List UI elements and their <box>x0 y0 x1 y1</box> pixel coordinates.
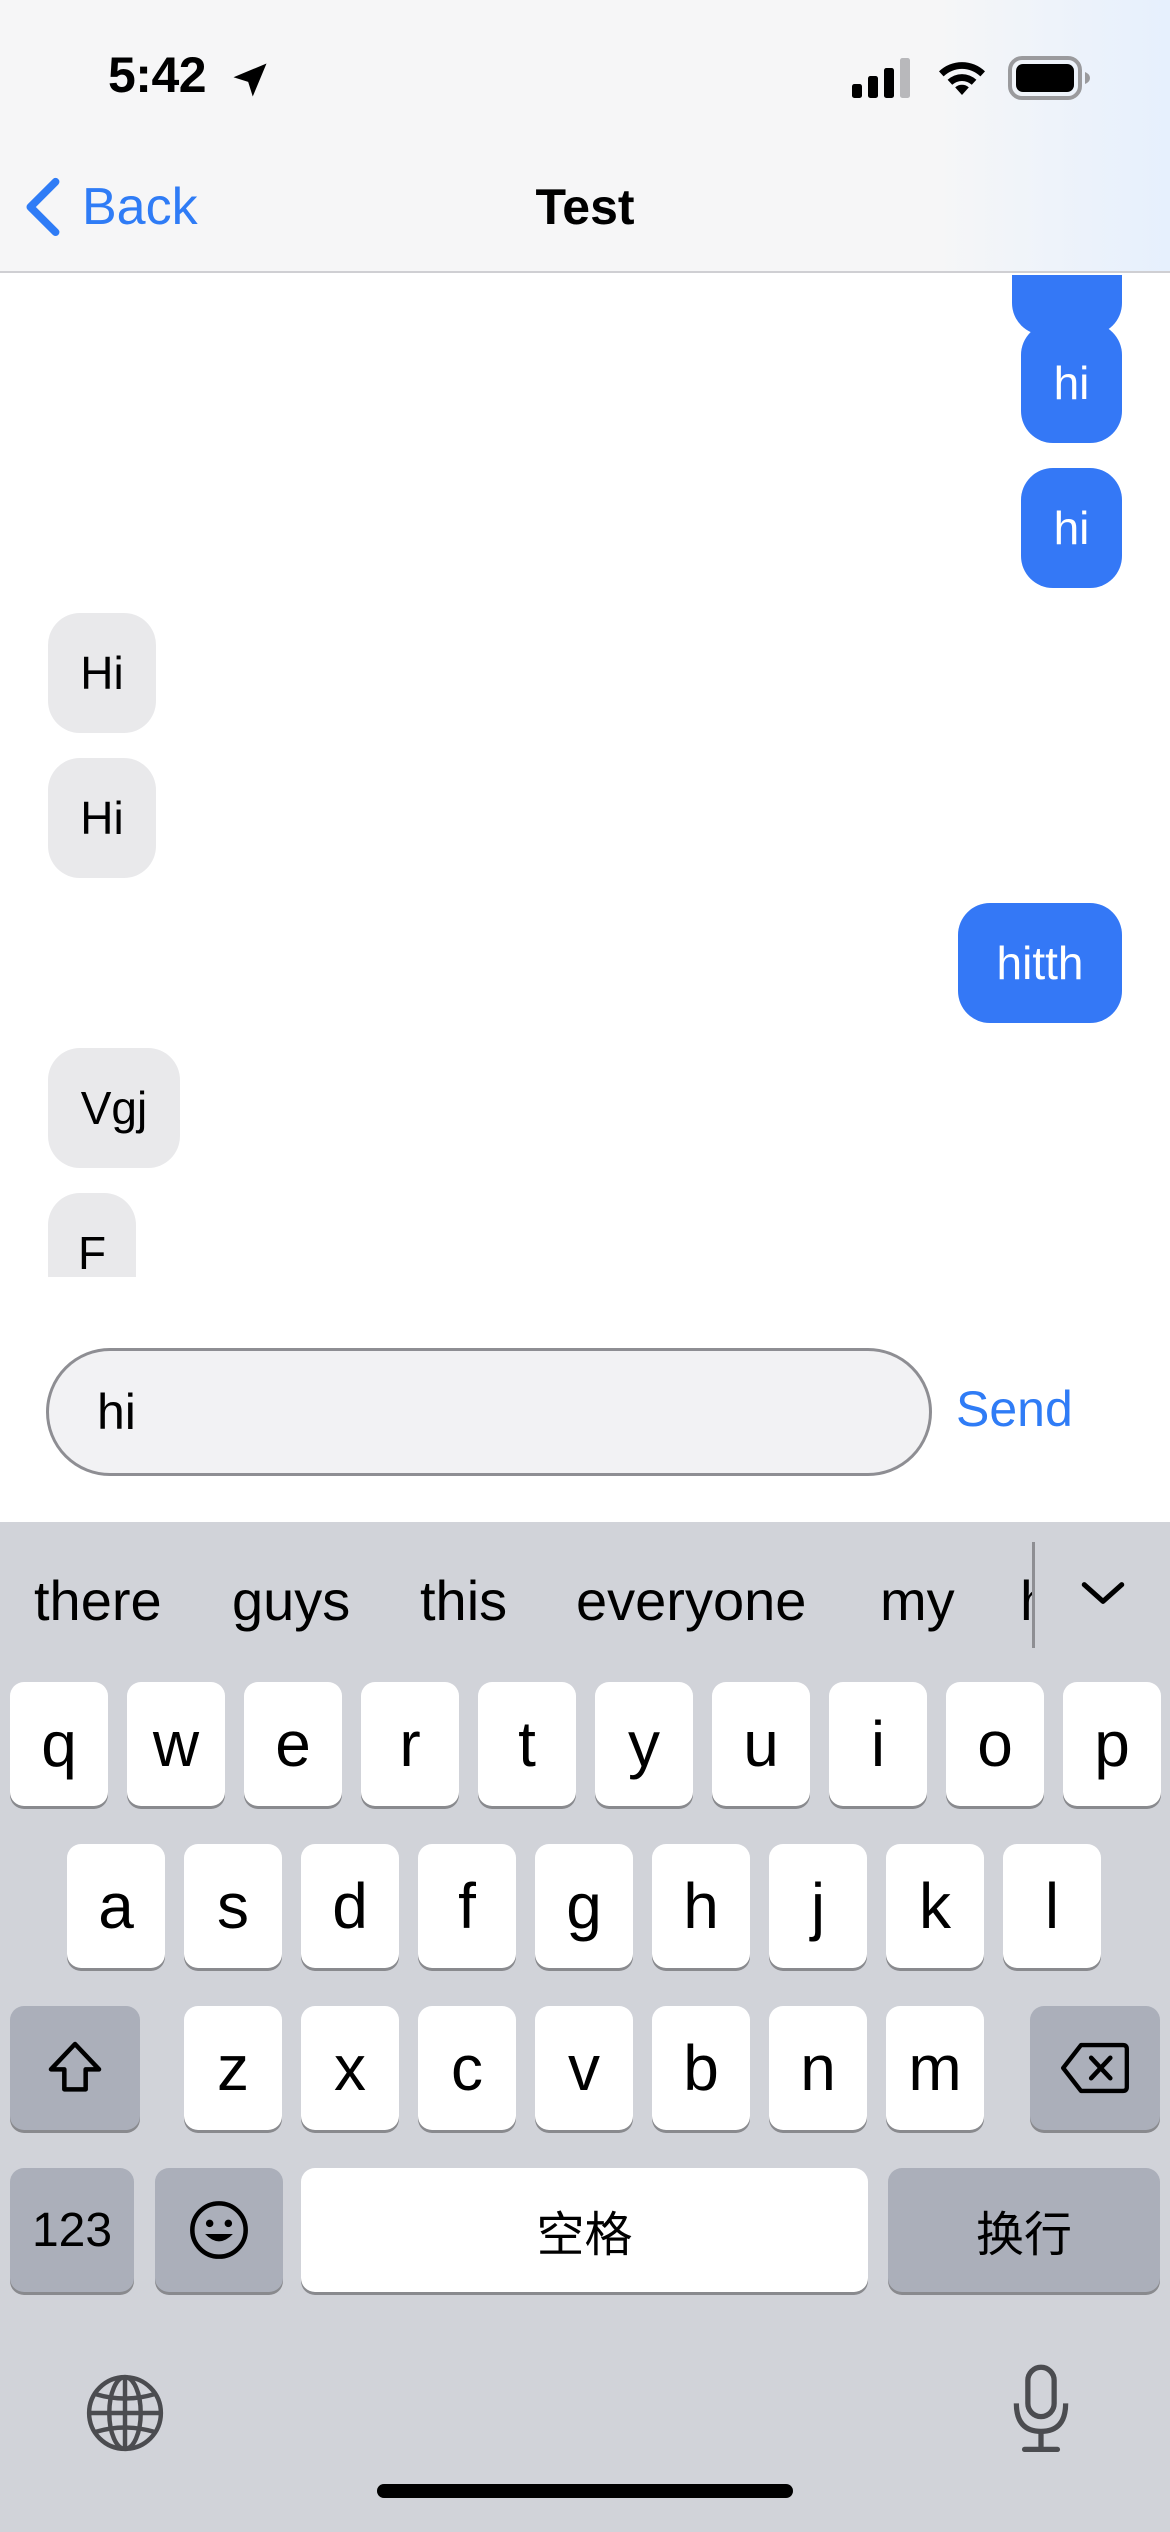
suggestion-item[interactable]: my <box>880 1568 955 1633</box>
home-indicator[interactable] <box>377 2484 793 2498</box>
message-bubble-received: Hi <box>48 758 156 878</box>
key-v[interactable]: v <box>535 2006 633 2130</box>
key-e[interactable]: e <box>244 1682 342 1806</box>
globe-icon[interactable] <box>84 2372 166 2454</box>
status-time: 5:42 <box>108 47 207 103</box>
key-a[interactable]: a <box>67 1844 165 1968</box>
backspace-icon <box>1061 2042 1129 2094</box>
chevron-down-icon[interactable] <box>1078 1568 1128 1618</box>
shift-arrow-icon <box>48 2041 102 2092</box>
suggestion-item[interactable]: h <box>1020 1568 1032 1633</box>
composer: hi Send <box>0 1280 1170 1522</box>
shift-key[interactable] <box>10 2006 140 2130</box>
location-arrow-icon <box>233 63 267 97</box>
return-key[interactable]: 换行 <box>888 2168 1160 2292</box>
message-bubble-received: F <box>48 1193 136 1277</box>
key-k[interactable]: k <box>886 1844 984 1968</box>
key-b[interactable]: b <box>652 2006 750 2130</box>
space-key-label: 空格 <box>536 2209 633 2262</box>
keyboard: there guys this everyone my h q w e r t … <box>0 1522 1170 2532</box>
suggestion-item[interactable]: everyone <box>576 1568 806 1633</box>
microphone-icon[interactable] <box>1008 2364 1074 2456</box>
key-j[interactable]: j <box>769 1844 867 1968</box>
message-bubble-received: Hi <box>48 613 156 733</box>
delete-key[interactable] <box>1030 2006 1160 2130</box>
key-h[interactable]: h <box>652 1844 750 1968</box>
key-z[interactable]: z <box>184 2006 282 2130</box>
key-r[interactable]: r <box>361 1682 459 1806</box>
message-bubble-sent: hi <box>1021 323 1122 443</box>
send-button[interactable]: Send <box>956 1380 1073 1438</box>
status-bar: 5:42 <box>0 0 1170 150</box>
key-n[interactable]: n <box>769 2006 867 2130</box>
key-w[interactable]: w <box>127 1682 225 1806</box>
message-input[interactable]: hi <box>46 1348 932 1476</box>
message-bubble-received: Vgj <box>48 1048 180 1168</box>
key-m[interactable]: m <box>886 2006 984 2130</box>
key-u[interactable]: u <box>712 1682 810 1806</box>
emoji-key[interactable] <box>155 2168 283 2292</box>
suggestion-item[interactable]: this <box>420 1568 507 1633</box>
key-p[interactable]: p <box>1063 1682 1161 1806</box>
battery-icon <box>1008 56 1090 100</box>
suggestion-item[interactable]: there <box>34 1568 162 1633</box>
key-d[interactable]: d <box>301 1844 399 1968</box>
key-l[interactable]: l <box>1003 1844 1101 1968</box>
navigation-bar: 5:42 Back Test <box>0 0 1170 273</box>
numbers-key-label: 123 <box>31 2203 113 2257</box>
suggestion-item[interactable]: guys <box>232 1568 350 1633</box>
message-list[interactable]: hi hi Hi Hi hitth Vgj F <box>0 275 1170 1277</box>
suggestion-bar: there guys this everyone my h <box>0 1522 1170 1672</box>
message-bubble-sent: hi <box>1021 468 1122 588</box>
wifi-icon <box>939 62 985 95</box>
key-t[interactable]: t <box>478 1682 576 1806</box>
cellular-signal-icon <box>852 58 910 98</box>
key-q[interactable]: q <box>10 1682 108 1806</box>
key-s[interactable]: s <box>184 1844 282 1968</box>
return-key-label: 换行 <box>975 2209 1072 2262</box>
key-g[interactable]: g <box>535 1844 633 1968</box>
key-x[interactable]: x <box>301 2006 399 2130</box>
key-f[interactable]: f <box>418 1844 516 1968</box>
numbers-key[interactable]: 123 <box>10 2168 134 2292</box>
space-key[interactable]: 空格 <box>301 2168 868 2292</box>
suggestion-divider <box>1032 1542 1035 1648</box>
message-bubble-sent: hitth <box>958 903 1122 1023</box>
key-o[interactable]: o <box>946 1682 1044 1806</box>
key-c[interactable]: c <box>418 2006 516 2130</box>
emoji-face-icon <box>190 2201 248 2259</box>
key-y[interactable]: y <box>595 1682 693 1806</box>
key-i[interactable]: i <box>829 1682 927 1806</box>
page-title: Test <box>535 179 635 235</box>
